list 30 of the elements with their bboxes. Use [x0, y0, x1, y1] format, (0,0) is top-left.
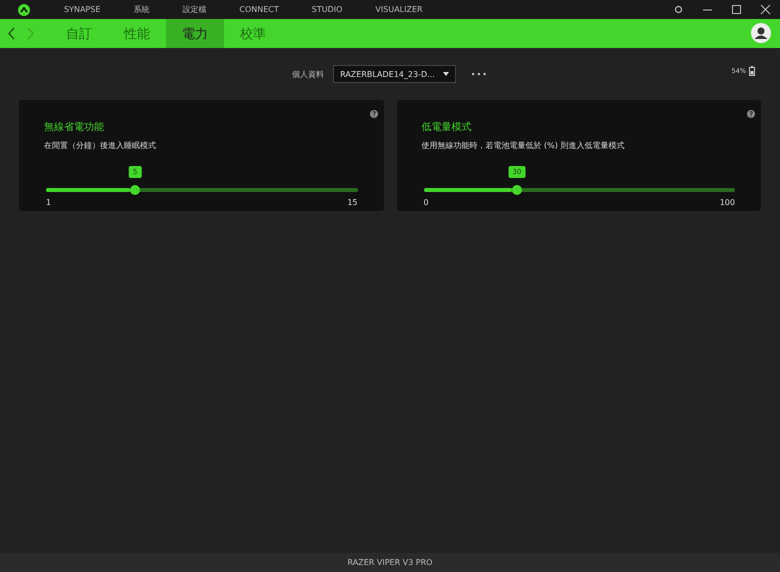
slider-thumb[interactable]	[130, 185, 140, 195]
nav-item[interactable]: STUDIO	[312, 5, 342, 14]
min-label: 0	[424, 198, 429, 207]
help-icon[interactable]	[747, 110, 755, 118]
nav-item[interactable]: SYNAPSE	[64, 5, 100, 14]
slider-thumb[interactable]	[512, 185, 522, 195]
min-label: 1	[46, 198, 52, 207]
more-button[interactable]: •••	[470, 70, 488, 78]
profile-label: 個人資料	[292, 68, 324, 80]
device-name: RAZER VIPER V3 PRO	[348, 558, 432, 567]
slider-track[interactable]	[46, 188, 358, 192]
nav-item[interactable]: CONNECT	[239, 5, 279, 14]
logo-icon	[18, 4, 30, 16]
tab[interactable]: 電力	[166, 19, 224, 48]
card-description: 在閒置（分鐘）後進入睡眠模式	[44, 140, 157, 151]
tab[interactable]: 校準	[224, 19, 282, 48]
max-label: 15	[347, 198, 358, 207]
nav-item[interactable]: VISUALIZER	[375, 5, 423, 14]
max-label: 100	[720, 198, 735, 207]
card-title: 無線省電功能	[44, 120, 105, 134]
card-description: 使用無線功能時，若電池電量低於 (%) 則進入低電量模式	[422, 140, 626, 151]
help-icon[interactable]	[370, 110, 378, 118]
card-title: 低電量模式	[422, 120, 472, 134]
slider-track[interactable]	[424, 188, 735, 192]
avatar-icon[interactable]	[751, 23, 771, 43]
battery-icon	[749, 66, 755, 76]
nav-item[interactable]: 系統	[133, 4, 150, 15]
nav-item[interactable]: 設定檔	[182, 4, 206, 15]
caret-icon	[442, 72, 449, 76]
profile-dropdown[interactable]: RAZERBLADE14_23-D...	[333, 65, 456, 83]
